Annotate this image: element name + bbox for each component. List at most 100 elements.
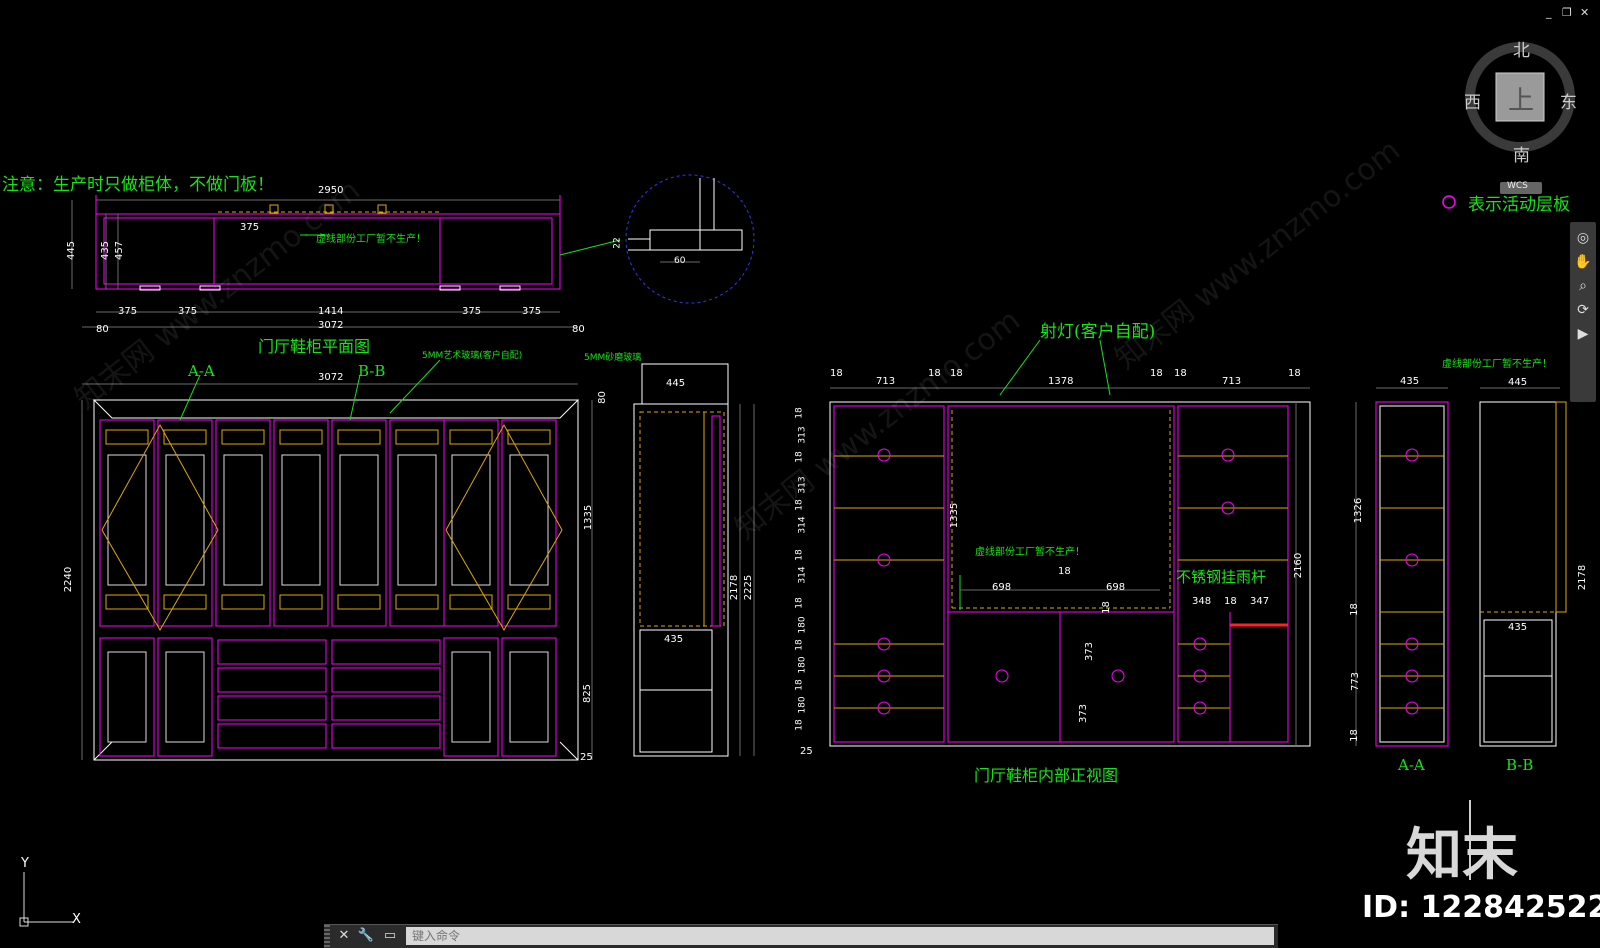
dim-detail-w: 60 <box>674 256 686 266</box>
viewcube-west[interactable]: 西 <box>1464 88 1481 113</box>
restore-button[interactable]: ❐ <box>1562 6 1572 19</box>
door-panel-lower-inset <box>451 651 491 743</box>
dim-elev-upper: 1335 <box>583 504 595 531</box>
diamond-guide <box>445 423 563 631</box>
drawer-front <box>331 723 441 749</box>
brand-logo: 知末 <box>1406 823 1518 888</box>
drawer-front <box>331 639 441 665</box>
ucs-icon <box>19 872 74 927</box>
dim-inner-mid-c: 18 <box>1058 566 1071 577</box>
viewcube-east[interactable]: 东 <box>1560 88 1577 113</box>
close-icon[interactable]: ✕ <box>334 927 354 945</box>
dim-side-width: 445 <box>666 378 686 389</box>
dim-inner-left-col-item: 18 <box>794 407 805 419</box>
dim-elev-width: 3072 <box>318 372 344 383</box>
dim-plan-total: 3072 <box>318 320 344 331</box>
orbit-icon[interactable]: ⟳ <box>1570 302 1596 318</box>
active-shelf-marker <box>1221 448 1235 462</box>
door-panel-inset <box>509 454 549 586</box>
dim-plan-overall: 2950 <box>318 185 344 196</box>
elevation-view <box>81 359 593 761</box>
door-panel-inset <box>223 454 263 586</box>
dim-elev-base: 25 <box>580 752 593 763</box>
full-navigation-wheel-icon[interactable]: ◎ <box>1570 230 1596 246</box>
dim-bb-inner: 435 <box>1508 622 1528 633</box>
dim-inner-rod-c: 18 <box>1224 596 1237 607</box>
showmotion-icon[interactable]: ▶ <box>1570 326 1596 342</box>
dim-bb-width: 445 <box>1508 377 1528 388</box>
viewcube-face-top[interactable]: 上 <box>1508 80 1534 117</box>
dim-inner-left-col-item: 18 <box>794 549 805 561</box>
door-panel-ornament <box>105 429 149 445</box>
active-shelf-marker <box>877 448 891 462</box>
dim-aa-h1: 1326 <box>1353 497 1365 524</box>
dim-plan-right: 80 <box>572 324 585 335</box>
dim-inner-base: 25 <box>800 746 813 757</box>
dim-side-inner: 435 <box>664 634 684 645</box>
command-line-bar[interactable]: ✕ 🔧 ▭ <box>324 924 1278 948</box>
aa-section <box>1355 387 1449 747</box>
command-bar-grip[interactable] <box>324 925 330 948</box>
door-panel-inset <box>339 454 379 586</box>
drawer-front <box>217 723 327 749</box>
active-shelf-marker <box>995 669 1009 683</box>
drawer-front <box>331 667 441 693</box>
door-panel-inset <box>451 454 491 586</box>
dim-inner-left-col-item: 18 <box>794 679 805 691</box>
viewcube-north[interactable]: 北 <box>1513 36 1530 61</box>
dim-inner-left-col-item: 180 <box>797 656 808 674</box>
door-panel-inset <box>281 454 321 586</box>
drawer-front <box>217 695 327 721</box>
dim-inner-drawer-t: 18 <box>1100 601 1112 614</box>
dim-inner-left-col-item: 313 <box>797 476 808 494</box>
door-panel-ornament <box>337 429 381 445</box>
door-panel-ornament <box>395 594 439 610</box>
aa-shelves <box>1380 448 1444 715</box>
dim-plan-b1: 375 <box>118 306 138 317</box>
door-panel-ornament <box>395 429 439 445</box>
aa-section-title: A-A <box>1398 756 1425 774</box>
viewcube-south[interactable]: 南 <box>1513 141 1530 166</box>
recent-commands-icon[interactable]: ▭ <box>380 927 400 945</box>
close-window-button[interactable]: ✕ <box>1580 6 1589 19</box>
drawer-front <box>217 639 327 665</box>
dim-inner-mid-r: 698 <box>1106 582 1126 593</box>
front-dashed-note: 虚线部份工厂暂不生产！ <box>975 547 1085 558</box>
command-input[interactable] <box>406 927 1274 945</box>
dim-elev-top: 80 <box>596 391 608 404</box>
door-panel-inset <box>107 454 147 586</box>
dim-inner-rod-r: 347 <box>1250 596 1270 607</box>
door-panel-inset <box>165 454 205 586</box>
dim-inner-left-col-item: 180 <box>797 616 808 634</box>
viewcube[interactable] <box>1465 42 1575 194</box>
aa-shelf-marker <box>1405 448 1419 462</box>
wcs-menu[interactable]: WCS <box>1507 181 1528 191</box>
door-panel-ornament <box>221 429 265 445</box>
customize-wrench-icon[interactable]: 🔧 <box>356 927 376 945</box>
dim-elev-height: 2240 <box>63 566 75 593</box>
ucs-y-label: Y <box>21 856 29 871</box>
minimize-button[interactable]: _ <box>1546 6 1552 19</box>
brand-id: ID: 1228425225 <box>1362 890 1600 925</box>
bb-marker-top: B-B <box>358 362 386 380</box>
bb-dashed-note: 虚线部份工厂暂不生产！ <box>1442 359 1552 370</box>
dim-inner-mid-l: 698 <box>992 582 1012 593</box>
legend-shelf-symbol <box>1442 195 1456 209</box>
elevation-outline <box>93 399 579 761</box>
rod-note: 不锈钢挂雨杆 <box>1176 568 1267 586</box>
pan-icon[interactable]: ✋ <box>1570 254 1596 270</box>
dim-inner-h-total: 2160 <box>1293 552 1305 579</box>
upper-door-panels <box>99 419 563 631</box>
navigation-bar[interactable]: ◎ ✋ ⌕ ⟳ ▶ <box>1570 222 1596 402</box>
dim-detail-h: 22 <box>612 237 623 249</box>
dim-plan-left: 80 <box>96 324 109 335</box>
plan-dashed-note: 虚线部份工厂暂不生产！ <box>316 234 426 245</box>
dim-inner-t1: 18 <box>830 368 843 379</box>
zoom-icon[interactable]: ⌕ <box>1570 278 1596 294</box>
dim-inner-left-col-item: 313 <box>797 426 808 444</box>
dim-elev-lower: 825 <box>582 683 594 704</box>
plan-title: 门厅鞋柜平面图 <box>258 337 371 356</box>
dim-inner-rod-l: 348 <box>1192 596 1212 607</box>
dim-inner-left-col-item: 18 <box>794 639 805 651</box>
dim-plan-b4: 375 <box>522 306 542 317</box>
